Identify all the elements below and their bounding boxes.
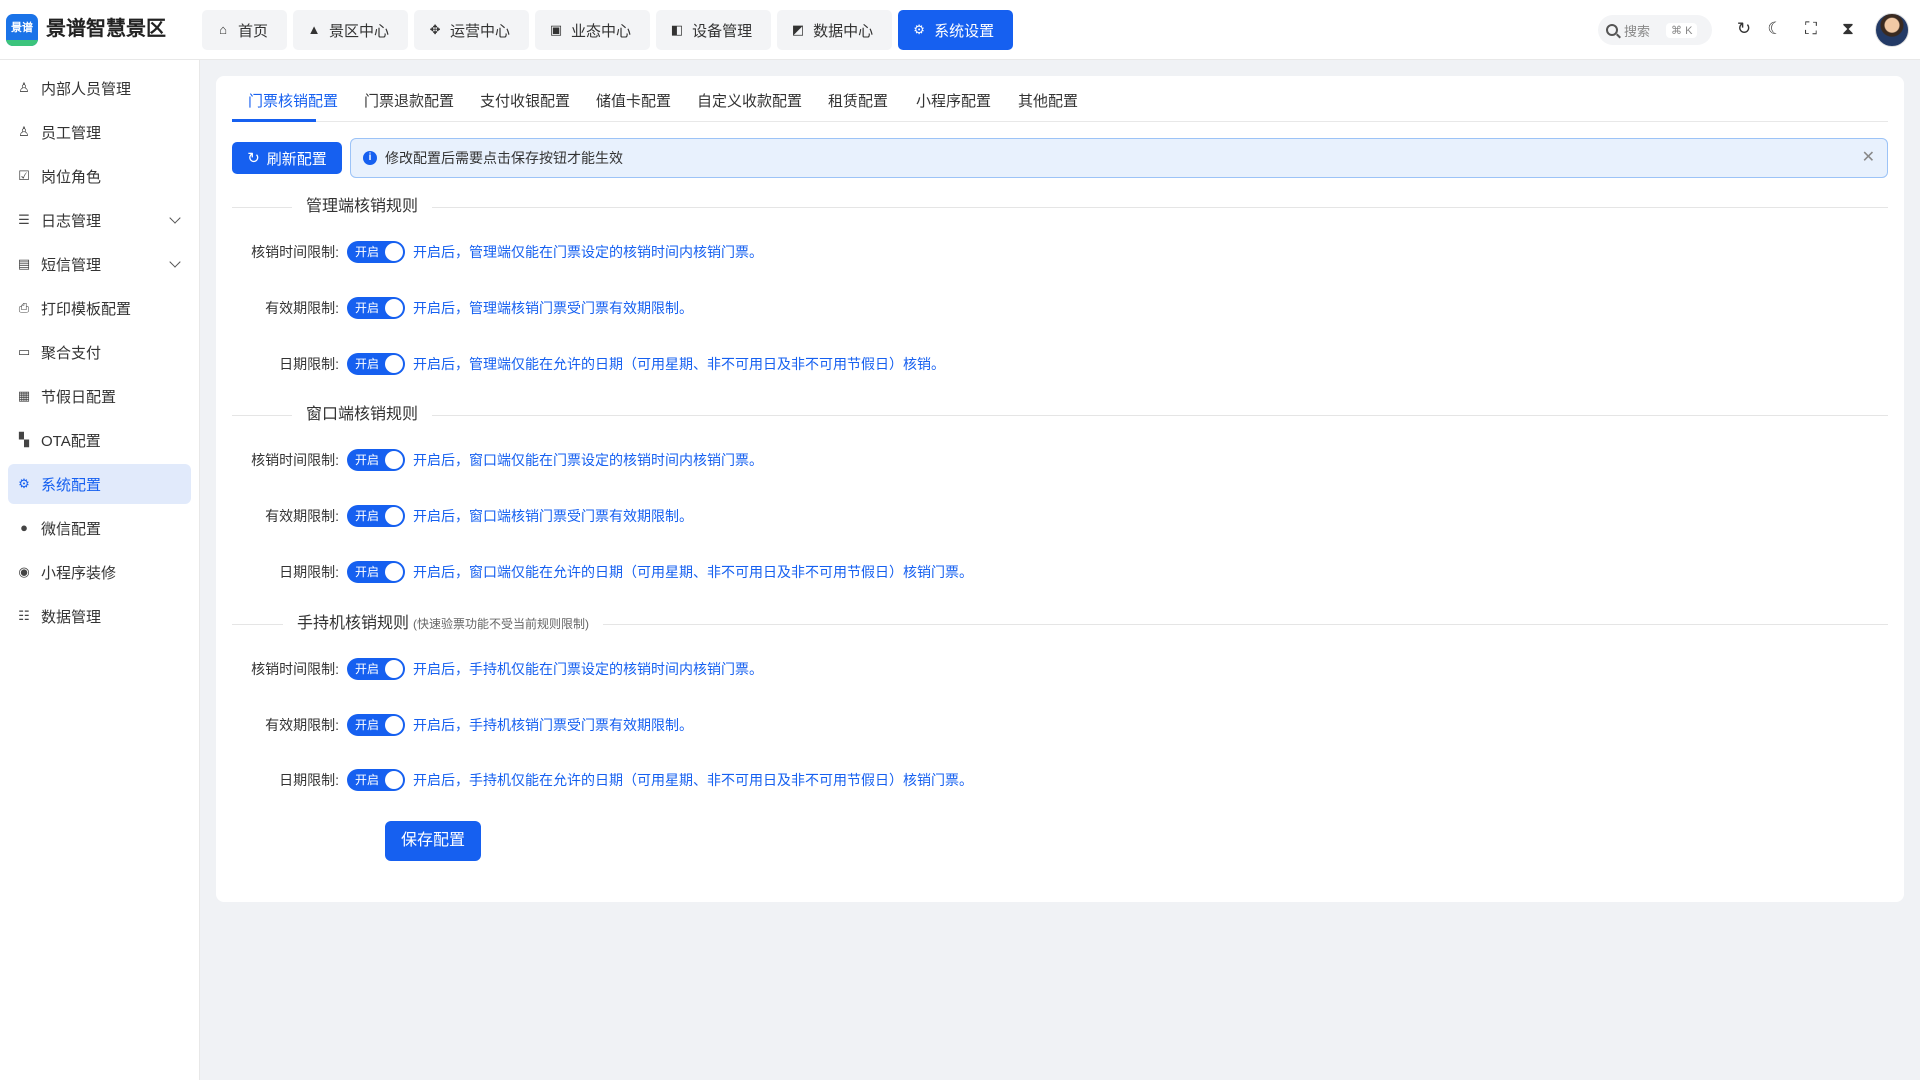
search-box[interactable]: 搜索 ⌘ K bbox=[1598, 15, 1712, 45]
tab-ticket-verify[interactable]: 门票核销配置 bbox=[248, 90, 338, 111]
sidebar-item-wechat[interactable]: ● 微信配置 bbox=[8, 508, 191, 548]
toggle-switch[interactable]: 开启 bbox=[347, 353, 405, 375]
grid-icon: ▚ bbox=[19, 432, 29, 447]
toggle-switch[interactable]: 开启 bbox=[347, 505, 405, 527]
section-divider bbox=[232, 415, 1888, 416]
rule-row: 有效期限制: 开启 开启后，手持机核销门票受门票有效期限制。 bbox=[232, 713, 693, 737]
section-title-admin: 管理端核销规则 bbox=[292, 197, 433, 217]
brand-name: 景谱智慧景区 bbox=[46, 18, 166, 40]
section-title-handheld: 手持机核销规则 (快速验票功能不受当前规则限制) bbox=[283, 614, 604, 634]
user-icon: ♙ bbox=[18, 80, 30, 95]
toggle-switch[interactable]: 开启 bbox=[347, 297, 405, 319]
topnav-scenic[interactable]: ▲ 景区中心 bbox=[293, 10, 409, 50]
topnav-business[interactable]: ▣ 业态中心 bbox=[535, 10, 651, 50]
settings-icon: ⚙ bbox=[18, 476, 30, 491]
rule-row: 日期限制: 开启 开启后，手持机仅能在允许的日期（可用星期、非不可用日及非不可用… bbox=[232, 768, 973, 792]
topnav-data[interactable]: ◩ 数据中心 bbox=[777, 10, 893, 50]
section-title-window: 窗口端核销规则 bbox=[292, 405, 433, 425]
chart-icon: ◩ bbox=[791, 22, 805, 37]
sidebar-item-roles[interactable]: ☑ 岗位角色 bbox=[8, 156, 191, 196]
sidebar-item-employees[interactable]: ♙ 员工管理 bbox=[8, 112, 191, 152]
alert-text: 修改配置后需要点击保存按钮才能生效 bbox=[385, 150, 623, 166]
topnav-device[interactable]: ◧ 设备管理 bbox=[656, 10, 772, 50]
sidebar-item-logs[interactable]: ☰ 日志管理 bbox=[8, 200, 191, 240]
miniprogram-icon: ◉ bbox=[18, 564, 30, 579]
sidebar-item-ota[interactable]: ▚ OTA配置 bbox=[8, 420, 191, 460]
tab-other[interactable]: 其他配置 bbox=[1018, 90, 1078, 111]
chevron-down-icon bbox=[169, 256, 181, 268]
tab-payment[interactable]: 支付收银配置 bbox=[480, 90, 570, 111]
chevron-down-icon bbox=[169, 212, 181, 224]
sidebar-item-internal-staff[interactable]: ♙ 内部人员管理 bbox=[8, 68, 191, 108]
rule-row: 核销时间限制: 开启 开启后，管理端仅能在门票设定的核销时间内核销门票。 bbox=[232, 240, 763, 264]
database-icon: ☷ bbox=[18, 608, 30, 623]
tab-rental[interactable]: 租赁配置 bbox=[828, 90, 888, 111]
sidebar-item-miniprogram[interactable]: ◉ 小程序装修 bbox=[8, 552, 191, 592]
rule-row: 核销时间限制: 开启 开启后，窗口端仅能在门票设定的核销时间内核销门票。 bbox=[232, 448, 763, 472]
save-config-button[interactable]: 保存配置 bbox=[385, 821, 481, 861]
refresh-icon[interactable]: ↻ bbox=[1733, 18, 1755, 40]
toggle-switch[interactable]: 开启 bbox=[347, 241, 405, 263]
search-shortcut: ⌘ K bbox=[1666, 22, 1698, 38]
toggle-switch[interactable]: 开启 bbox=[347, 714, 405, 736]
topnav-home[interactable]: ⌂ 首页 bbox=[202, 10, 288, 50]
sidebar-item-system-config[interactable]: ⚙ 系统配置 bbox=[8, 464, 191, 504]
config-card: 门票核销配置 门票退款配置 支付收银配置 储值卡配置 自定义收款配置 租赁配置 … bbox=[216, 76, 1904, 902]
avatar[interactable] bbox=[1875, 13, 1909, 47]
printer-icon: ⎙ bbox=[18, 300, 30, 315]
sidebar-item-holidays[interactable]: ▦ 节假日配置 bbox=[8, 376, 191, 416]
home-icon: ⌂ bbox=[219, 22, 227, 37]
user-add-icon: ♙ bbox=[18, 124, 30, 139]
refresh-icon: ↻ bbox=[247, 150, 260, 167]
search-icon bbox=[1606, 24, 1618, 36]
section-divider bbox=[232, 207, 1888, 208]
hourglass-icon[interactable]: ⧗ bbox=[1837, 18, 1859, 40]
sidebar-item-data[interactable]: ☷ 数据管理 bbox=[8, 596, 191, 636]
config-tabs: 门票核销配置 门票退款配置 支付收银配置 储值卡配置 自定义收款配置 租赁配置 … bbox=[232, 76, 1888, 122]
wechat-icon: ● bbox=[20, 520, 28, 535]
rule-row: 有效期限制: 开启 开启后，窗口端核销门票受门票有效期限制。 bbox=[232, 504, 693, 528]
info-alert: i 修改配置后需要点击保存按钮才能生效 ✕ bbox=[350, 138, 1888, 178]
gear-icon: ⚙ bbox=[913, 22, 925, 37]
rule-row: 有效期限制: 开启 开启后，管理端核销门票受门票有效期限制。 bbox=[232, 296, 693, 320]
role-icon: ☑ bbox=[18, 168, 30, 183]
operations-icon: ✥ bbox=[429, 22, 441, 37]
rule-row: 核销时间限制: 开启 开启后，手持机仅能在门票设定的核销时间内核销门票。 bbox=[232, 657, 763, 681]
close-icon[interactable]: ✕ bbox=[1862, 149, 1875, 167]
business-icon: ▣ bbox=[549, 22, 563, 37]
rule-row: 日期限制: 开启 开启后，窗口端仅能在允许的日期（可用星期、非不可用日及非不可用… bbox=[232, 560, 973, 584]
tab-active-indicator bbox=[232, 119, 316, 122]
sidebar-item-sms[interactable]: ▤ 短信管理 bbox=[8, 244, 191, 284]
topnav-system-settings[interactable]: ⚙ 系统设置 bbox=[898, 10, 1014, 50]
sms-icon: ▤ bbox=[17, 256, 31, 271]
dark-mode-icon[interactable]: ☾ bbox=[1764, 18, 1786, 40]
top-navigation: ⌂ 首页 ▲ 景区中心 ✥ 运营中心 ▣ 业态中心 ◧ 设备管理 ◩ 数据中心 ⚙ 系统设置 bbox=[202, 10, 1014, 50]
sidebar-item-print-templates[interactable]: ⎙ 打印模板配置 bbox=[8, 288, 191, 328]
tab-ticket-refund[interactable]: 门票退款配置 bbox=[364, 90, 454, 111]
fullscreen-icon[interactable]: ⛶ bbox=[1800, 18, 1822, 40]
refresh-config-button[interactable]: ↻ 刷新配置 bbox=[232, 142, 342, 174]
sidebar-item-aggregate-payment[interactable]: ▭ 聚合支付 bbox=[8, 332, 191, 372]
tab-miniprogram[interactable]: 小程序配置 bbox=[916, 90, 991, 111]
sidebar: ♙ 内部人员管理 ♙ 员工管理 ☑ 岗位角色 ☰ 日志管理 ▤ 短信管理 ⎙ 打印模板配置 … bbox=[0, 60, 200, 1080]
rule-row: 日期限制: 开启 开启后，管理端仅能在允许的日期（可用星期、非不可用日及非不可用… bbox=[232, 352, 945, 376]
toggle-switch[interactable]: 开启 bbox=[347, 658, 405, 680]
tab-custom-payment[interactable]: 自定义收款配置 bbox=[697, 90, 802, 111]
calendar-icon: ▦ bbox=[17, 388, 31, 403]
mountain-icon: ▲ bbox=[307, 22, 321, 37]
top-header: 景谱 景谱智慧景区 ⌂ 首页 ▲ 景区中心 ✥ 运营中心 ▣ 业态中心 ◧ 设备管理 ◩ 数… bbox=[0, 0, 1920, 60]
toggle-switch[interactable]: 开启 bbox=[347, 449, 405, 471]
brand-logo[interactable]: 景谱 bbox=[6, 14, 38, 46]
info-icon: i bbox=[363, 151, 377, 165]
device-icon: ◧ bbox=[670, 22, 684, 37]
toggle-switch[interactable]: 开启 bbox=[347, 561, 405, 583]
tab-stored-value-card[interactable]: 储值卡配置 bbox=[596, 90, 671, 111]
toggle-switch[interactable]: 开启 bbox=[347, 769, 405, 791]
topnav-operations[interactable]: ✥ 运营中心 bbox=[414, 10, 530, 50]
log-icon: ☰ bbox=[18, 212, 30, 227]
wallet-icon: ▭ bbox=[17, 344, 31, 359]
